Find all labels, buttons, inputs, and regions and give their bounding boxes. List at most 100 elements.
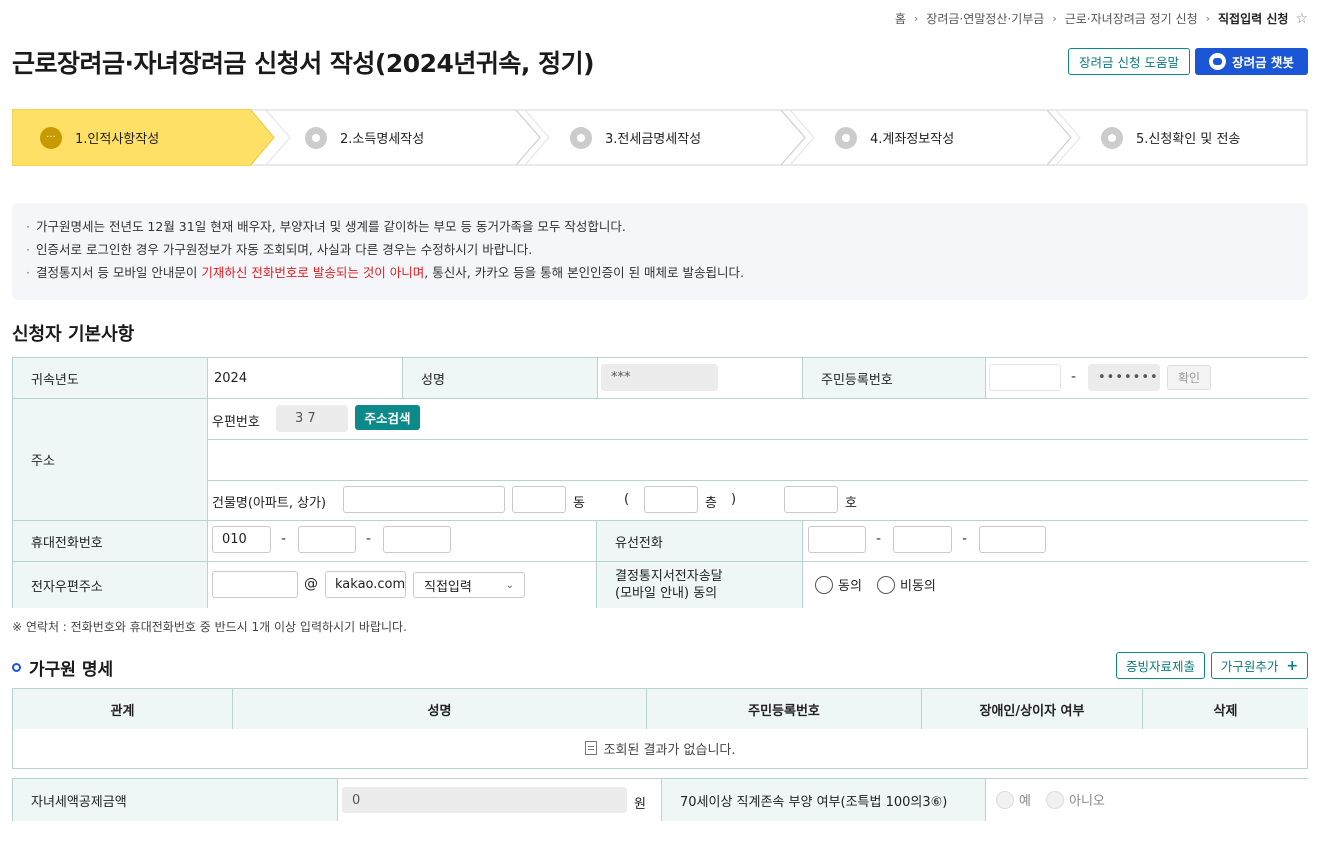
paren-open: ( [624,492,630,507]
notice-box: · 가구원명세는 전년도 12월 31일 현재 배우자, 부양자녀 및 생계를 같… [12,203,1308,300]
dong-field[interactable] [512,486,566,513]
rrn-dash: - [1071,369,1077,385]
step-5-label: 5.신청확인 및 전송 [1136,132,1241,147]
radio-icon [1046,790,1064,809]
child-tax-row: 자녀세액공제금액 70세이상 직계존속 부양 여부(조특법 100의3⑥) [12,778,1308,821]
chevron-right-icon: › [913,12,919,25]
chevron-right-icon: › [1205,12,1211,25]
chevron-right-icon: › [1052,12,1057,25]
rrn-confirm-button[interactable]: 확인 [1167,365,1211,390]
dong-label: 동 [573,496,585,511]
elder-support-label: 70세이상 직계존속 부양 여부(조특법 100의3⑥) [661,778,985,821]
won-unit: 원 [634,797,646,812]
add-family-button[interactable]: 가구원추가 + [1211,652,1308,679]
landline-middle-field[interactable] [893,526,952,553]
col-delete: 삭제 [1142,688,1308,729]
breadcrumb-current: 직접입력 신청 [1218,12,1289,26]
email-id-field[interactable] [212,571,298,598]
elder-yes-radio[interactable]: 예 [996,790,1031,809]
step-pending-icon [570,126,592,149]
year-label: 귀속년도 [12,357,207,399]
step-1: ··· 1.인적사항작성 [40,109,159,166]
step-4-label: 4.계좌정보작성 [870,132,955,147]
page-title: 근로장려금·자녀장려금 신청서 작성(2024년귀속, 정기) [12,49,595,78]
building-label: 건물명(아파트, 상가) [212,496,327,511]
step-3: 3.전세금명세작성 [570,109,701,166]
landline-last-field[interactable] [979,526,1046,553]
empty-message: 조회된 결과가 없습니다. [603,742,736,758]
chatbot-button[interactable]: 장려금 챗봇 [1195,48,1308,75]
year-value: 2024 [207,357,402,399]
address-label: 주소 [12,398,207,520]
step-pending-icon [305,126,327,149]
mobile-dash: - [366,531,372,547]
email-domain-field[interactable]: kakao.com [325,571,406,598]
step-2-label: 2.소득명세작성 [340,132,425,147]
breadcrumb-level2[interactable]: 근로·자녀장려금 정기 신청 [1065,10,1198,27]
radio-icon [877,575,895,594]
breadcrumb-level1[interactable]: 장려금·연말정산·기부금 [926,10,1044,27]
landline-dash: - [876,531,882,547]
elder-no-radio[interactable]: 아니오 [1046,790,1105,809]
chatbot-button-label: 장려금 챗봇 [1232,55,1294,70]
circle-bullet-icon [12,663,21,672]
name-field[interactable]: *** [601,364,718,391]
notice-line: · 인증서로 로그인한 경우 가구원정보가 자동 조회되며, 사실과 다른 경우는… [26,242,533,257]
postal-field[interactable]: 3 7 [276,405,348,432]
section-title-applicant: 신청자 기본사항 [12,324,135,345]
floor-label: 층 [705,496,717,511]
family-section-title: 가구원 명세 [12,655,113,680]
address-line-field[interactable] [212,445,1292,473]
plus-icon: + [1286,657,1299,674]
col-rrn: 주민등록번호 [646,688,921,729]
radio-icon [996,790,1014,809]
step-active-icon: ··· [40,126,62,149]
elder-support-cell [985,778,1308,821]
mobile-middle-field[interactable] [298,526,356,553]
proof-submit-button[interactable]: 증빙자료제출 [1116,652,1205,679]
step-1-label: 1.인적사항작성 [75,132,160,147]
consent-agree-radio[interactable]: 동의 [815,575,862,594]
consent-disagree-radio[interactable]: 비동의 [877,575,936,594]
child-tax-amount-field: 0 [342,787,627,813]
child-tax-label: 자녀세액공제금액 [12,778,337,821]
contact-note: ※ 연락처 : 전화번호와 휴대전화번호 중 반드시 1개 이상 입력하시기 바… [12,620,407,634]
rrn-label: 주민등록번호 [802,357,985,399]
add-family-label: 가구원추가 [1220,659,1279,674]
mobile-prefix-field[interactable]: 010 [212,526,271,553]
mobile-label: 휴대전화번호 [12,520,207,561]
step-5: 5.신청확인 및 전송 [1101,109,1240,166]
step-pending-icon [835,126,857,149]
ho-field[interactable] [784,486,838,513]
landline-dash: - [962,531,968,547]
landline-label: 유선전화 [596,520,802,561]
floor-field[interactable] [644,486,698,513]
consent-label: 결정통지서전자송달 (모바일 안내) 동의 [596,561,802,608]
notice-line: · 결정통지서 등 모바일 안내문이 기재하신 전화번호로 발송되는 것이 아니며… [26,265,745,280]
step-2: 2.소득명세작성 [305,109,424,166]
chatbot-icon [1209,53,1227,70]
applicant-form: 귀속년도 2024 성명 주민등록번호 주소 휴대전화번호 유선전화 전자우편주… [12,357,1308,608]
family-empty-row: 조회된 결과가 없습니다. [12,728,1308,769]
breadcrumb-home[interactable]: 홈 [895,10,906,27]
col-relation: 관계 [12,688,232,729]
mobile-last-field[interactable] [383,526,451,553]
address-search-button[interactable]: 주소검색 [355,405,420,430]
help-button[interactable]: 장려금 신청 도움말 [1068,48,1190,75]
rrn-back-field[interactable]: ••••••• [1088,364,1160,391]
notice-line: · 가구원명세는 전년도 12월 31일 현재 배우자, 부양자녀 및 생계를 같… [26,219,626,234]
breadcrumb: 홈 › 장려금·연말정산·기부금 › 근로·자녀장려금 정기 신청 › 직접입력… [895,10,1308,27]
email-domain-select[interactable]: 직접입력 ⌄ [413,572,525,598]
star-icon[interactable]: ☆ [1295,11,1308,27]
mobile-dash: - [281,531,287,547]
step-progress: ··· 1.인적사항작성 2.소득명세작성 3.전세금명세작성 4.계좌정보작성… [12,109,1308,166]
building-field[interactable] [343,486,505,513]
radio-icon [815,575,833,594]
email-at: @ [304,576,318,592]
landline-area-field[interactable] [808,526,866,553]
document-icon [584,741,597,755]
email-select-value: 직접입력 [424,579,472,595]
rrn-front-field[interactable] [989,364,1061,391]
step-4: 4.계좌정보작성 [835,109,954,166]
name-label: 성명 [402,357,597,399]
